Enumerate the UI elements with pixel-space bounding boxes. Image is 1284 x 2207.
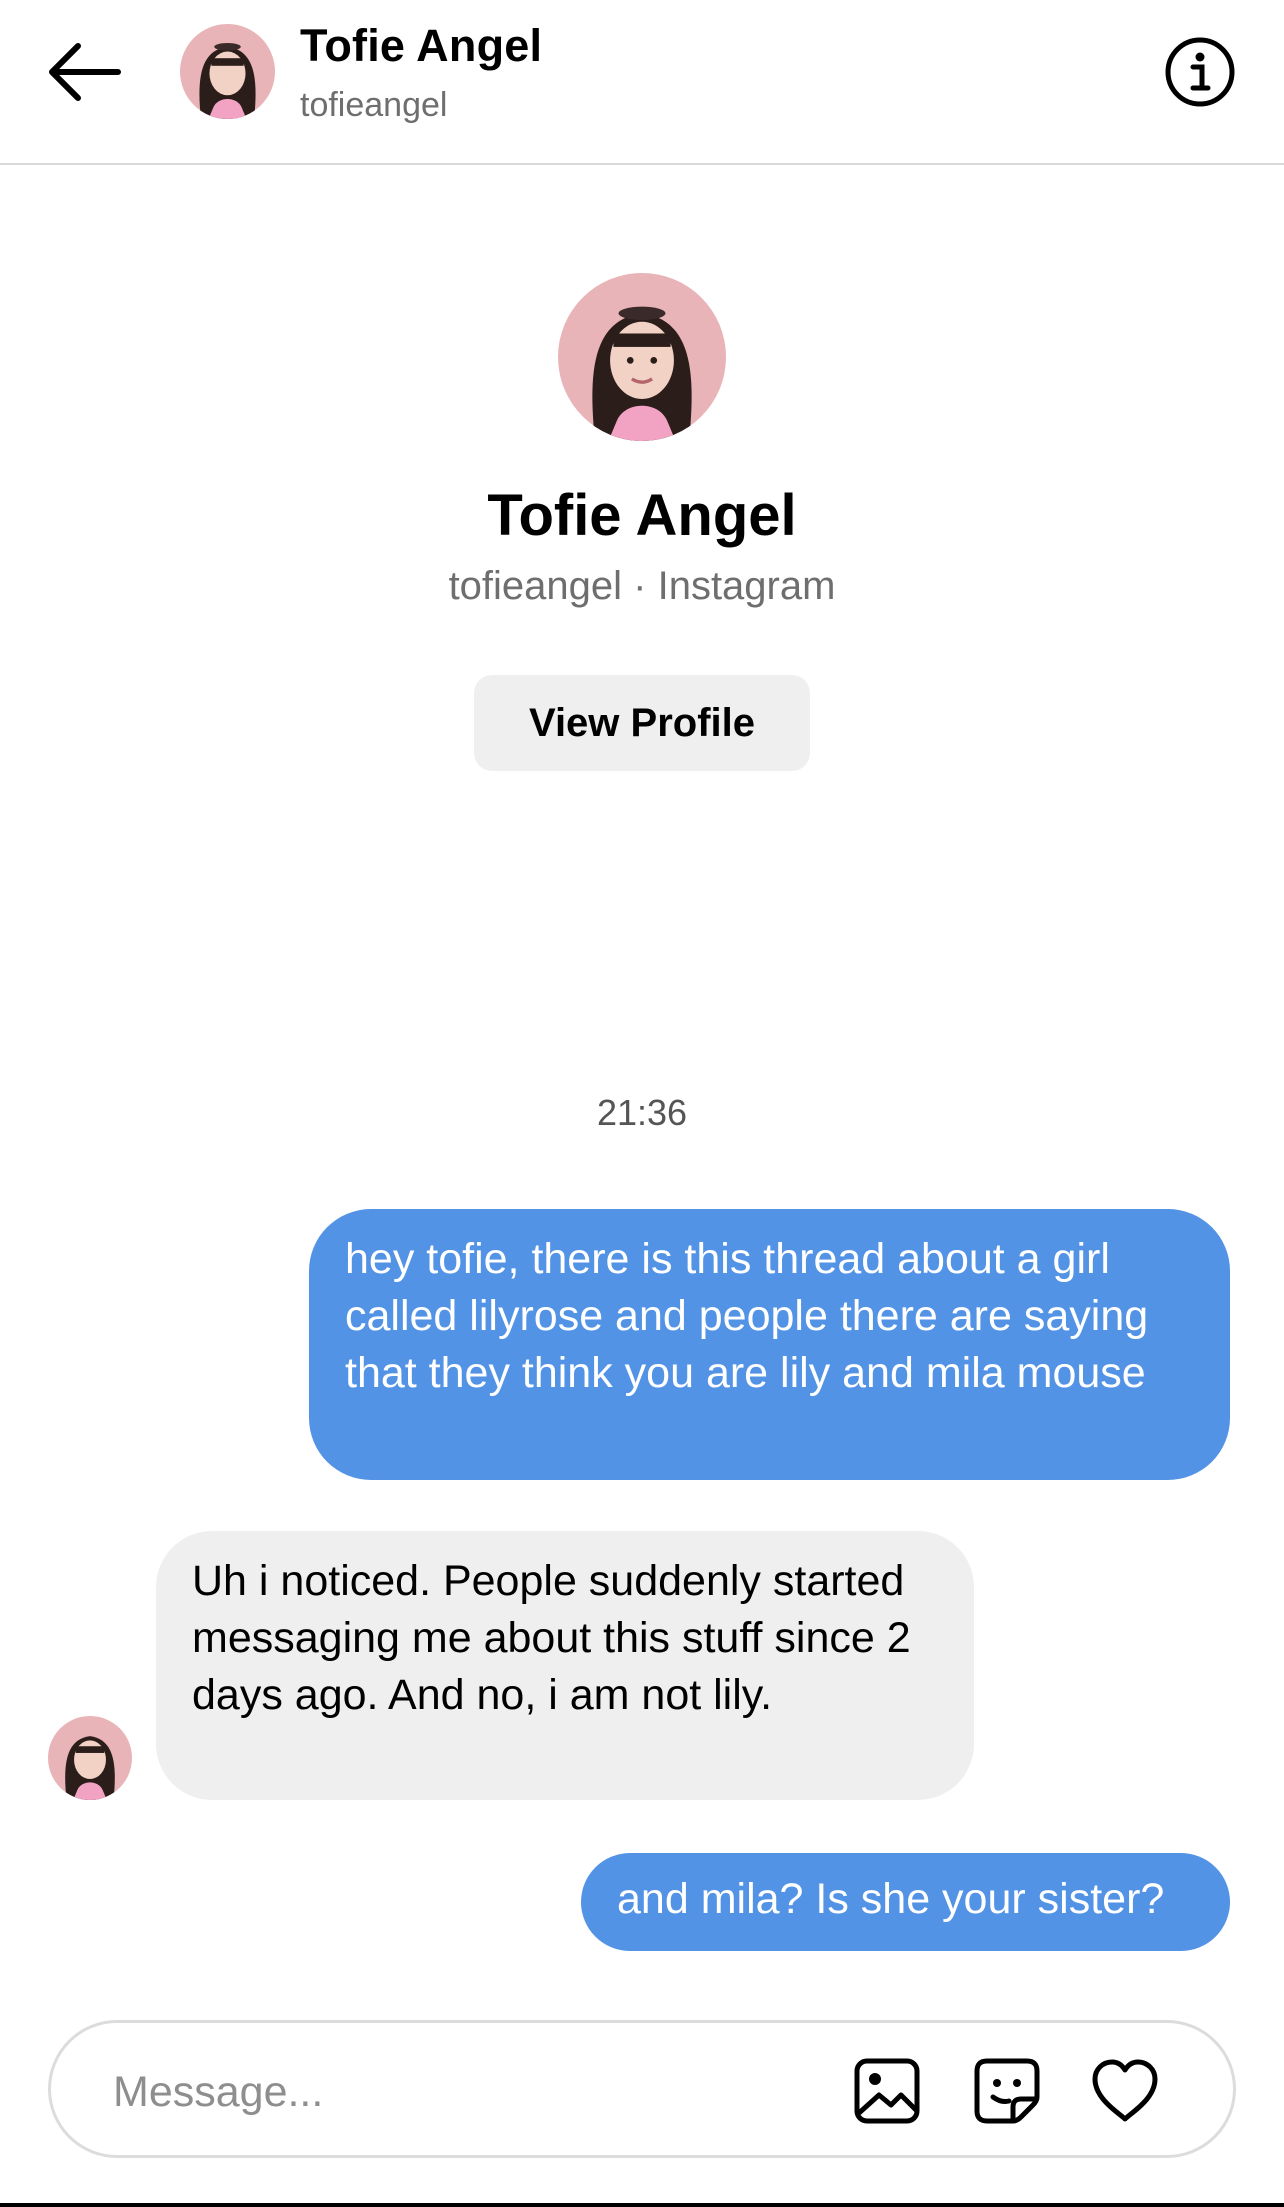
outgoing-message[interactable]: and mila? Is she your sister?: [581, 1853, 1230, 1951]
chat-header: Tofie Angel tofieangel: [0, 0, 1284, 165]
bottom-edge: [0, 2203, 1284, 2207]
sender-avatar[interactable]: [48, 1716, 132, 1800]
header-username[interactable]: tofieangel: [300, 86, 447, 125]
profile-avatar[interactable]: [558, 273, 726, 441]
view-profile-button[interactable]: View Profile: [474, 675, 810, 771]
photo-icon[interactable]: [851, 2055, 923, 2127]
sticker-icon[interactable]: [971, 2055, 1043, 2127]
profile-subtitle: tofieangel · Instagram: [448, 564, 836, 608]
profile-display-name: Tofie Angel: [487, 483, 797, 548]
message-timestamp: 21:36: [596, 1092, 688, 1133]
outgoing-message[interactable]: hey tofie, there is this thread about a …: [309, 1209, 1230, 1480]
header-display-name[interactable]: Tofie Angel: [300, 20, 542, 72]
info-icon[interactable]: [1164, 36, 1236, 108]
message-composer: [48, 2020, 1236, 2158]
heart-icon[interactable]: [1089, 2055, 1161, 2127]
back-arrow-icon[interactable]: [44, 42, 122, 102]
incoming-message[interactable]: Uh i noticed. People suddenly started me…: [156, 1531, 974, 1800]
header-avatar[interactable]: [180, 24, 275, 119]
message-input[interactable]: [111, 2053, 815, 2131]
